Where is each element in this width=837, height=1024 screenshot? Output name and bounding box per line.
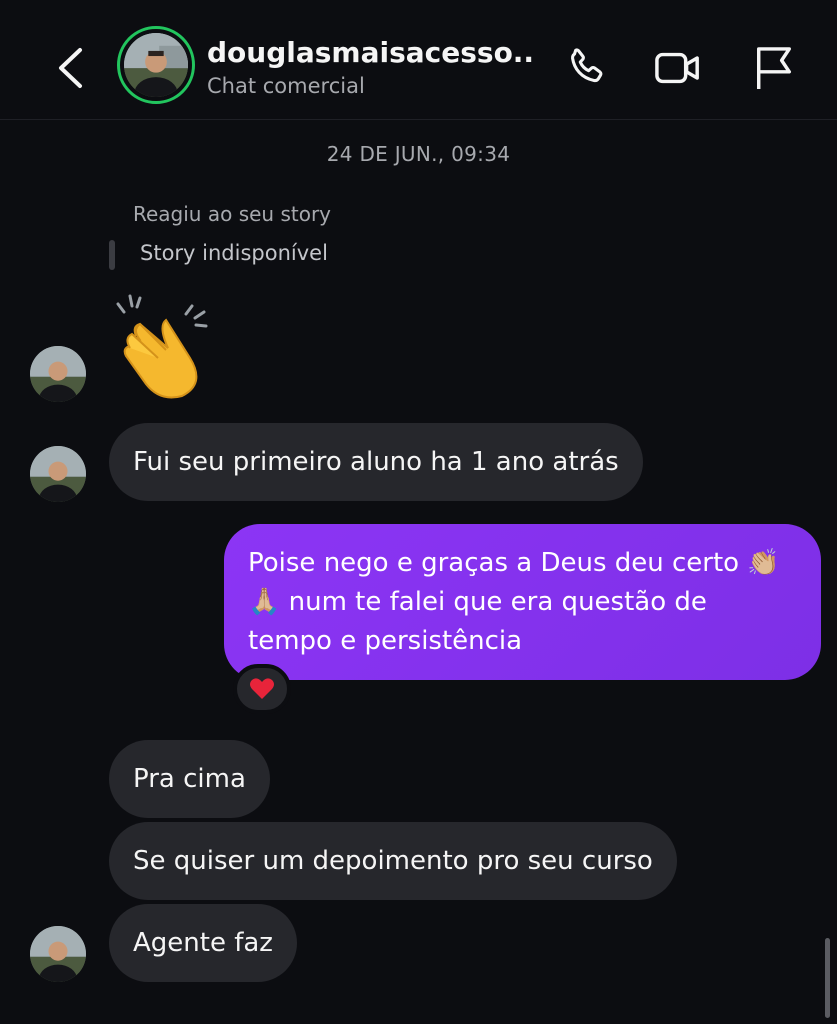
video-camera-icon xyxy=(655,52,699,84)
avatar-photo xyxy=(30,926,86,982)
clapping-hands-icon xyxy=(116,294,208,399)
thread-timestamp: 24 DE JUN., 09:34 xyxy=(326,142,511,166)
video-call-button[interactable] xyxy=(652,42,704,94)
story-quote-bar xyxy=(109,240,115,270)
incoming-message[interactable]: Agente faz xyxy=(109,904,297,982)
message-reaction[interactable] xyxy=(233,664,291,714)
red-heart-icon xyxy=(250,678,274,699)
scrollbar[interactable] xyxy=(825,938,830,1018)
avatar-photo xyxy=(30,346,86,402)
call-button[interactable] xyxy=(560,42,612,94)
flag-icon xyxy=(757,47,791,89)
message-text: Pra cima xyxy=(133,764,246,794)
message-text: Fui seu primeiro aluno ha 1 ano atrás xyxy=(133,447,619,477)
incoming-message[interactable]: Pra cima xyxy=(109,740,270,818)
message-text: Poise nego e graças a Deus deu certo 👏🏼🙏… xyxy=(248,548,780,656)
sender-avatar[interactable] xyxy=(30,346,86,402)
chat-header: douglasmaisacesso... Chat comercial xyxy=(0,0,837,120)
report-button[interactable] xyxy=(748,42,800,94)
sender-avatar[interactable] xyxy=(30,446,86,502)
chat-username[interactable]: douglasmaisacesso... xyxy=(207,36,537,69)
avatar-photo xyxy=(30,446,86,502)
story-unavailable-label[interactable]: Story indisponível xyxy=(140,241,328,265)
story-reaction-note: Reagiu ao seu story xyxy=(133,202,332,226)
incoming-message[interactable]: Se quiser um depoimento pro seu curso xyxy=(109,822,677,900)
outgoing-message[interactable]: Poise nego e graças a Deus deu certo 👏🏼🙏… xyxy=(224,524,821,680)
avatar-photo xyxy=(124,33,188,97)
clapping-hands-emoji[interactable] xyxy=(110,292,220,402)
phone-icon xyxy=(571,48,603,83)
profile-avatar[interactable] xyxy=(117,26,195,104)
message-text: Se quiser um depoimento pro seu curso xyxy=(133,846,653,876)
chevron-left-icon xyxy=(59,48,82,88)
chat-subtitle: Chat comercial xyxy=(207,74,365,98)
message-text: Agente faz xyxy=(133,928,273,958)
incoming-message[interactable]: Fui seu primeiro aluno ha 1 ano atrás xyxy=(109,423,643,501)
back-button[interactable] xyxy=(50,44,90,92)
sender-avatar[interactable] xyxy=(30,926,86,982)
